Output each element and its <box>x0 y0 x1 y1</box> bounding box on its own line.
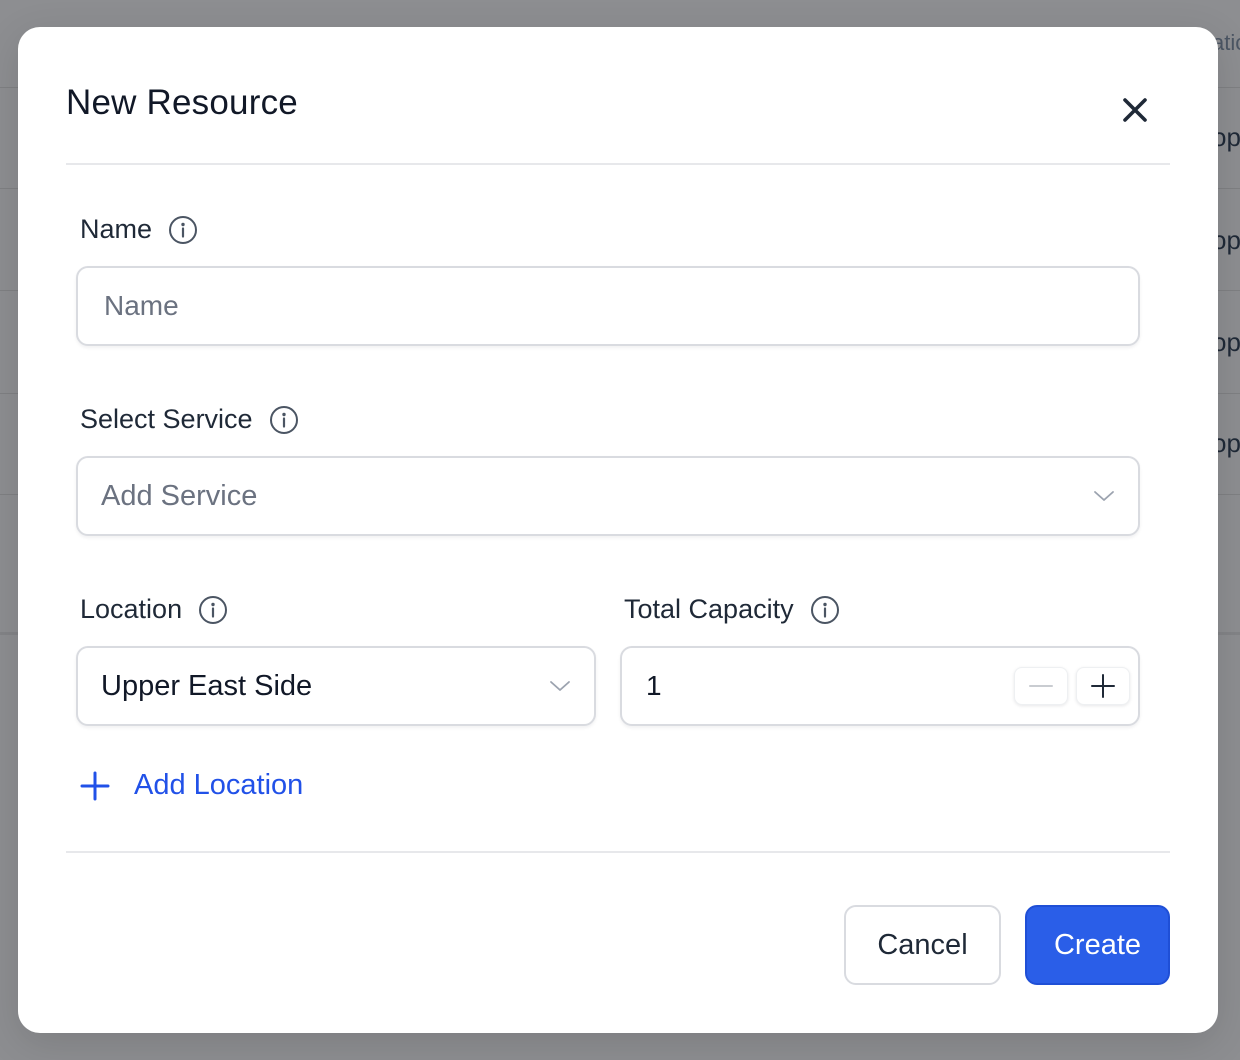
info-icon[interactable] <box>198 595 228 625</box>
create-button[interactable]: Create <box>1025 905 1170 985</box>
add-location-label: Add Location <box>134 769 304 801</box>
plus-icon <box>80 771 110 800</box>
info-icon[interactable] <box>269 405 299 435</box>
dialog-title: New Resource <box>66 83 298 122</box>
capacity-value[interactable]: 1 <box>622 670 1014 702</box>
location-label-row: Location <box>80 594 228 625</box>
increment-button[interactable] <box>1076 667 1130 705</box>
minus-icon <box>1029 685 1053 687</box>
footer-divider <box>66 851 1170 853</box>
location-select-value: Upper East Side <box>101 669 313 702</box>
info-icon[interactable] <box>168 215 198 245</box>
add-location-button[interactable]: Add Location <box>80 769 303 802</box>
name-label-row: Name <box>80 214 198 245</box>
plus-icon <box>1091 674 1115 698</box>
new-resource-dialog: New Resource Name Select Service Add Ser… <box>18 27 1218 1033</box>
name-field[interactable] <box>76 266 1140 346</box>
info-icon[interactable] <box>810 595 840 625</box>
capacity-stepper[interactable]: 1 <box>620 646 1140 726</box>
service-label: Select Service <box>80 404 253 434</box>
cancel-button[interactable]: Cancel <box>844 905 1001 985</box>
chevron-down-icon <box>1092 484 1116 508</box>
service-label-row: Select Service <box>80 404 299 435</box>
decrement-button[interactable] <box>1014 667 1068 705</box>
service-select-placeholder: Add Service <box>101 479 258 512</box>
capacity-label: Total Capacity <box>624 594 794 624</box>
location-label: Location <box>80 594 183 624</box>
chevron-down-icon <box>548 674 572 698</box>
location-select[interactable]: Upper East Side <box>76 646 596 726</box>
service-select[interactable]: Add Service <box>76 456 1140 536</box>
close-icon <box>1123 98 1147 122</box>
name-label: Name <box>80 214 153 244</box>
name-input[interactable] <box>78 290 1138 322</box>
close-button[interactable] <box>1116 91 1154 129</box>
header-divider <box>66 163 1170 165</box>
capacity-label-row: Total Capacity <box>624 594 840 625</box>
